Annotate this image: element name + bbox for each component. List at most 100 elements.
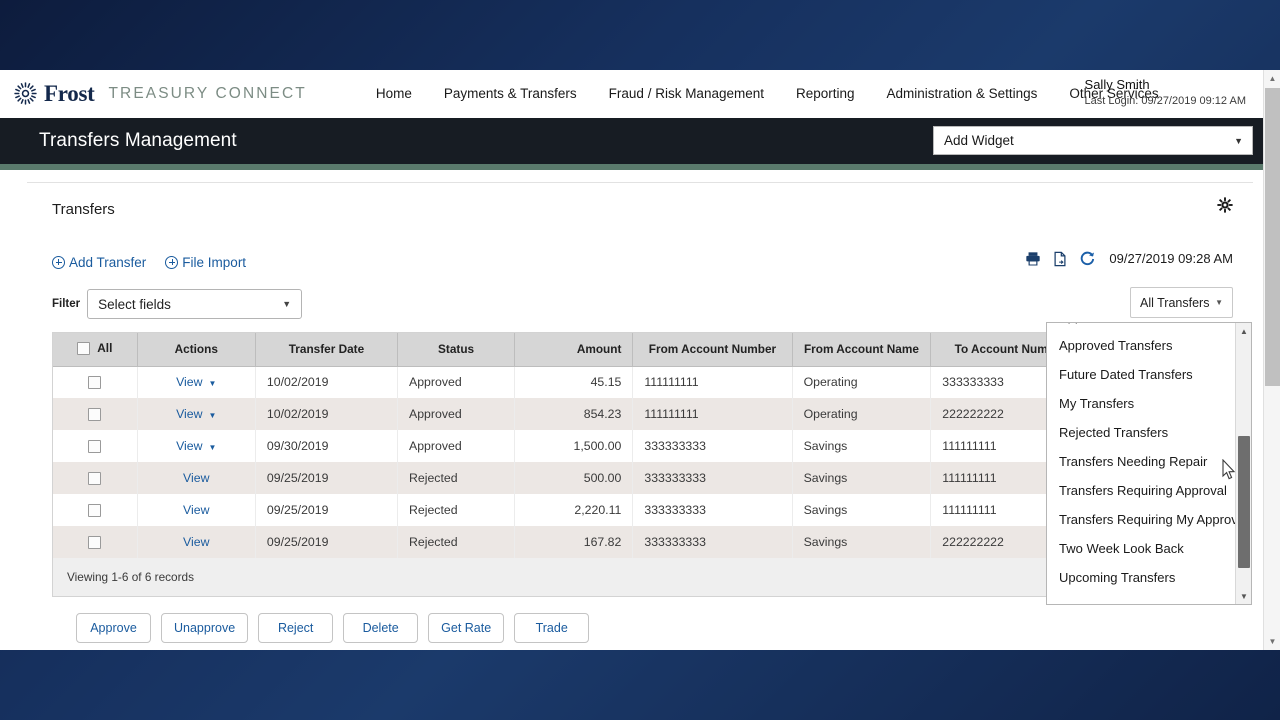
row-checkbox[interactable] — [88, 440, 102, 454]
file-import-label: File Import — [182, 254, 247, 270]
dropdown-option-approval-window-passed[interactable]: Approval Window Passed — [1047, 323, 1235, 331]
scroll-down-arrow-icon[interactable]: ▼ — [1264, 633, 1280, 650]
nav-item-payments-transfers[interactable]: Payments & Transfers — [428, 87, 593, 101]
dropdown-option-transfers-needing-repair[interactable]: Transfers Needing Repair — [1047, 447, 1235, 476]
printer-icon[interactable] — [1025, 251, 1041, 267]
chevron-down-icon[interactable]: ▼ — [209, 411, 217, 420]
cell-from-account-name: Operating — [792, 366, 932, 398]
frost-starburst-icon — [14, 82, 37, 105]
reject-button[interactable]: Reject — [258, 613, 334, 643]
row-actions[interactable]: View ▼ — [137, 366, 256, 398]
main-nav-items: Home Payments & Transfers Fraud / Risk M… — [360, 87, 1175, 101]
dropdown-option-transfers-requiring-approval[interactable]: Transfers Requiring Approval — [1047, 476, 1235, 505]
view-link[interactable]: View — [176, 407, 202, 421]
add-transfer-label: Add Transfer — [69, 254, 147, 270]
nav-item-administration-settings[interactable]: Administration & Settings — [871, 87, 1054, 101]
column-header-amount[interactable]: Amount — [514, 333, 634, 367]
browser-scroll-thumb[interactable] — [1265, 88, 1280, 386]
delete-button[interactable]: Delete — [343, 613, 419, 643]
cell-status: Approved — [397, 398, 516, 430]
cell-status: Rejected — [397, 494, 516, 526]
nav-item-reporting[interactable]: Reporting — [780, 87, 871, 101]
row-actions[interactable]: View — [137, 494, 256, 526]
column-header-from-account-number[interactable]: From Account Number — [632, 333, 793, 367]
get-rate-button[interactable]: Get Rate — [428, 613, 505, 643]
cell-amount: 1,500.00 — [514, 430, 634, 462]
scroll-up-arrow-icon[interactable]: ▲ — [1264, 70, 1280, 87]
row-checkbox[interactable] — [88, 536, 102, 550]
unapprove-button[interactable]: Unapprove — [161, 613, 249, 643]
view-link[interactable]: View — [183, 503, 209, 517]
dropdown-option-rejected-transfers[interactable]: Rejected Transfers — [1047, 418, 1235, 447]
bulk-action-buttons: Approve Unapprove Reject Delete Get Rate… — [76, 613, 1253, 643]
trade-button[interactable]: Trade — [514, 613, 590, 643]
product-name: TREASURY CONNECT — [108, 84, 307, 102]
row-checkbox[interactable] — [88, 408, 102, 422]
dropdown-option-my-transfers[interactable]: My Transfers — [1047, 389, 1235, 418]
row-actions[interactable]: View — [137, 462, 256, 494]
dropdown-option-list: Approval Window Passed Approved Transfer… — [1047, 323, 1235, 592]
view-link[interactable]: View — [183, 535, 209, 549]
all-transfers-dropdown[interactable]: All Transfers ▼ — [1130, 287, 1233, 318]
scroll-down-arrow-icon[interactable]: ▼ — [1236, 588, 1251, 604]
cell-transfer-date: 09/25/2019 — [255, 526, 399, 558]
row-checkbox[interactable] — [88, 504, 102, 518]
add-transfer-button[interactable]: Add Transfer — [52, 255, 146, 270]
cell-status: Approved — [397, 366, 516, 398]
file-import-button[interactable]: File Import — [165, 255, 246, 270]
view-link[interactable]: View — [176, 375, 202, 389]
select-fields-dropdown[interactable]: Select fields ▼ — [87, 289, 303, 319]
dropdown-scroll-thumb[interactable] — [1238, 436, 1250, 568]
select-all-checkbox[interactable] — [77, 341, 91, 355]
cell-from-account-number: 333333333 — [632, 526, 793, 558]
row-actions[interactable]: View ▼ — [137, 430, 256, 462]
dropdown-option-two-week-look-back[interactable]: Two Week Look Back — [1047, 534, 1235, 563]
brand-name: Frost — [44, 81, 95, 106]
view-link[interactable]: View — [183, 471, 209, 485]
dropdown-option-future-dated-transfers[interactable]: Future Dated Transfers — [1047, 360, 1235, 389]
chevron-down-icon[interactable]: ▼ — [209, 443, 217, 452]
cell-from-account-number: 333333333 — [632, 494, 793, 526]
cell-from-account-number: 111111111 — [632, 398, 793, 430]
column-header-actions[interactable]: Actions — [137, 333, 256, 367]
cell-transfer-date: 09/25/2019 — [255, 462, 399, 494]
column-header-from-account-name[interactable]: From Account Name — [792, 333, 932, 367]
cell-status: Rejected — [397, 462, 516, 494]
chevron-down-icon: ▼ — [1234, 135, 1243, 146]
cell-transfer-date: 09/25/2019 — [255, 494, 399, 526]
all-transfers-dropdown-menu[interactable]: Approval Window Passed Approved Transfer… — [1046, 322, 1252, 605]
dropdown-scroll-area: Approval Window Passed Approved Transfer… — [1047, 323, 1235, 604]
select-fields-value: Select fields — [98, 296, 171, 312]
row-actions[interactable]: View ▼ — [137, 398, 256, 430]
circle-plus-icon — [165, 255, 179, 269]
export-file-icon[interactable] — [1052, 251, 1068, 267]
add-widget-select[interactable]: Add Widget ▼ — [933, 126, 1253, 155]
refresh-icon[interactable] — [1079, 250, 1096, 267]
cell-from-account-number: 333333333 — [632, 462, 793, 494]
dropdown-option-transfers-requiring-my-approval[interactable]: Transfers Requiring My Approval — [1047, 505, 1235, 534]
gear-icon[interactable] — [1217, 197, 1233, 217]
chevron-down-icon: ▼ — [1215, 298, 1223, 307]
scroll-up-arrow-icon[interactable]: ▲ — [1236, 323, 1251, 339]
all-transfers-value: All Transfers — [1140, 295, 1210, 310]
nav-item-fraud-risk-management[interactable]: Fraud / Risk Management — [593, 87, 780, 101]
row-checkbox[interactable] — [88, 376, 102, 390]
row-checkbox[interactable] — [88, 472, 102, 486]
nav-item-home[interactable]: Home — [360, 87, 428, 101]
cell-from-account-name: Savings — [792, 430, 932, 462]
user-info[interactable]: Sally Smith Last Login: 09/27/2019 09:12… — [1085, 77, 1246, 109]
brand-logo[interactable]: Frost TREASURY CONNECT — [14, 82, 307, 105]
approve-button[interactable]: Approve — [76, 613, 151, 643]
dropdown-option-upcoming-transfers[interactable]: Upcoming Transfers — [1047, 563, 1235, 592]
column-header-status[interactable]: Status — [397, 333, 516, 367]
column-header-transfer-date[interactable]: Transfer Date — [255, 333, 399, 367]
column-header-all[interactable]: All — [53, 333, 138, 367]
dropdown-scrollbar[interactable]: ▲ ▼ — [1235, 323, 1251, 604]
cell-transfer-date: 10/02/2019 — [255, 398, 399, 430]
dropdown-option-approved-transfers[interactable]: Approved Transfers — [1047, 331, 1235, 360]
view-link[interactable]: View — [176, 439, 202, 453]
chevron-down-icon[interactable]: ▼ — [209, 379, 217, 388]
row-actions[interactable]: View — [137, 526, 256, 558]
browser-scrollbar[interactable]: ▲ ▼ — [1263, 70, 1280, 650]
accent-divider — [0, 164, 1280, 170]
